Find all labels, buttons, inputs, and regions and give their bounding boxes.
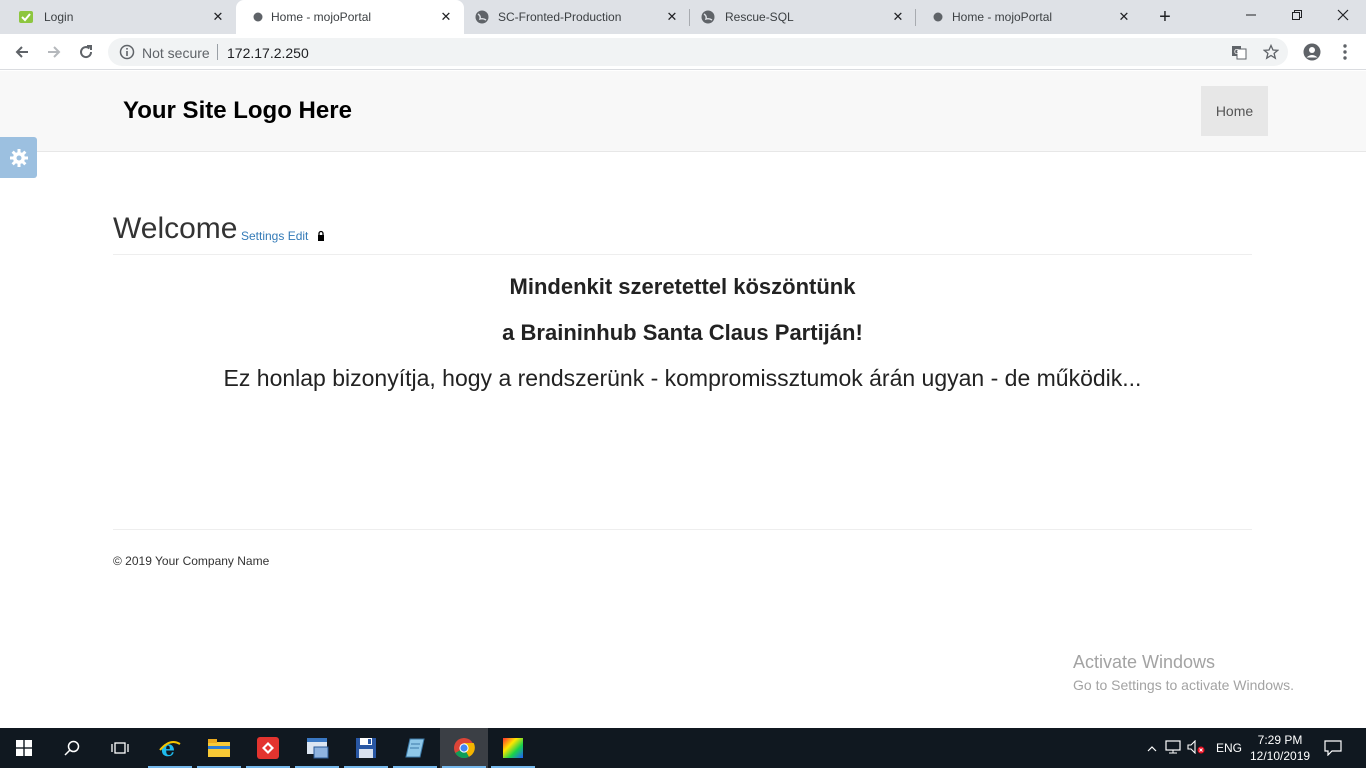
tab-home-mojoportal-active[interactable]: Home - mojoPortal ✕ bbox=[236, 0, 464, 34]
admin-toolbar-toggle[interactable] bbox=[0, 137, 37, 178]
close-window-button[interactable] bbox=[1320, 0, 1366, 30]
close-tab-icon[interactable]: ✕ bbox=[210, 9, 226, 25]
lock-icon[interactable] bbox=[316, 229, 326, 241]
tab-title: Home - mojoPortal bbox=[271, 10, 372, 24]
windows-logo-icon bbox=[16, 740, 32, 756]
url-text[interactable]: 172.17.2.250 bbox=[227, 45, 309, 61]
gear-icon bbox=[9, 148, 28, 167]
menu-button[interactable] bbox=[1335, 42, 1355, 62]
omnibox-separator bbox=[217, 44, 218, 60]
task-view-button[interactable] bbox=[96, 728, 144, 768]
search-icon bbox=[64, 740, 80, 756]
greeting-line-2: a Braininhub Santa Claus Partiján! bbox=[502, 320, 863, 345]
taskbar-anydesk[interactable] bbox=[244, 728, 292, 768]
nav-home-link[interactable]: Home bbox=[1201, 86, 1268, 136]
reload-icon bbox=[80, 45, 93, 59]
tab-title: Home - mojoPortal bbox=[952, 10, 1053, 24]
clock-date: 12/10/2019 bbox=[1250, 749, 1311, 763]
greeting-line-1: Mindenkit szeretettel köszöntünk bbox=[509, 274, 856, 299]
color-palette-icon bbox=[503, 738, 523, 758]
task-view-icon bbox=[111, 742, 129, 754]
watermark-subtitle: Go to Settings to activate Windows. bbox=[1073, 677, 1294, 693]
clock-time: 7:29 PM bbox=[1257, 733, 1303, 747]
security-status[interactable]: Not secure bbox=[142, 45, 210, 61]
input-language[interactable]: ENG bbox=[1207, 741, 1251, 755]
welcome-heading-row: Welcome Settings Edit bbox=[113, 212, 1252, 255]
system-tray: ENG bbox=[1143, 728, 1251, 768]
notification-icon bbox=[1324, 740, 1342, 756]
minimize-button[interactable] bbox=[1228, 0, 1274, 30]
folder-icon bbox=[208, 739, 230, 757]
footer-divider bbox=[113, 529, 1252, 530]
internet-explorer-icon: e bbox=[159, 736, 181, 760]
forward-arrow-icon bbox=[48, 46, 61, 58]
site-header: Your Site Logo Here Home bbox=[0, 71, 1366, 152]
restore-button[interactable] bbox=[1274, 0, 1320, 30]
new-tab-button[interactable]: + bbox=[1156, 7, 1174, 27]
notes-icon bbox=[405, 738, 425, 758]
start-button[interactable] bbox=[0, 728, 48, 768]
close-tab-icon[interactable]: ✕ bbox=[664, 9, 680, 25]
windows-taskbar: e ENG 7:29 PM 12/10/2019 bbox=[0, 728, 1366, 768]
minimize-icon bbox=[1246, 14, 1256, 16]
info-icon[interactable] bbox=[119, 44, 135, 60]
tab-title: Login bbox=[44, 10, 74, 24]
account-icon bbox=[1303, 43, 1321, 61]
activate-windows-watermark: Activate Windows Go to Settings to activ… bbox=[1073, 652, 1294, 693]
close-tab-icon[interactable]: ✕ bbox=[438, 9, 454, 25]
chrome-icon bbox=[454, 738, 475, 759]
more-vertical-icon bbox=[1343, 44, 1347, 60]
tab-title: Rescue-SQL bbox=[725, 10, 794, 24]
globe-icon bbox=[250, 10, 266, 24]
globe-icon bbox=[700, 10, 716, 24]
remote-desktop-icon bbox=[257, 737, 279, 759]
tab-rescue-sql[interactable]: Rescue-SQL ✕ bbox=[690, 0, 916, 34]
welcome-title: Welcome bbox=[113, 212, 238, 245]
forward-button[interactable] bbox=[43, 42, 65, 62]
taskbar-notes-app[interactable] bbox=[391, 728, 439, 768]
volume-muted-icon[interactable] bbox=[1185, 739, 1207, 757]
restore-icon bbox=[1292, 10, 1302, 20]
globe-icon bbox=[930, 10, 946, 24]
taskbar-chrome[interactable] bbox=[440, 728, 488, 768]
floppy-disk-icon bbox=[356, 738, 376, 758]
close-tab-icon[interactable]: ✕ bbox=[890, 9, 906, 25]
back-arrow-icon bbox=[15, 46, 28, 58]
server-manager-icon bbox=[307, 738, 329, 759]
taskbar-save-app[interactable] bbox=[342, 728, 390, 768]
tab-login[interactable]: Login ✕ bbox=[0, 0, 236, 34]
profile-button[interactable] bbox=[1302, 42, 1322, 62]
reload-button[interactable] bbox=[75, 42, 97, 62]
taskbar-file-explorer[interactable] bbox=[195, 728, 243, 768]
close-tab-icon[interactable]: ✕ bbox=[1116, 9, 1132, 25]
bookmark-star-icon[interactable] bbox=[1262, 43, 1280, 60]
tab-home-mojoportal[interactable]: Home - mojoPortal ✕ bbox=[916, 0, 1142, 34]
login-favicon-icon bbox=[18, 10, 34, 24]
search-button[interactable] bbox=[48, 728, 96, 768]
taskbar-clock[interactable]: 7:29 PM 12/10/2019 bbox=[1250, 732, 1310, 764]
browser-tab-strip: Login ✕ Home - mojoPortal ✕ SC-Fronted-P… bbox=[0, 0, 1366, 34]
show-hidden-icons-chevron-icon[interactable] bbox=[1143, 741, 1161, 755]
address-bar[interactable]: Not secure 172.17.2.250 G bbox=[108, 38, 1288, 66]
translate-icon[interactable]: G bbox=[1231, 44, 1247, 60]
tab-sc-fronted-production[interactable]: SC-Fronted-Production ✕ bbox=[464, 0, 690, 34]
action-center-button[interactable] bbox=[1310, 728, 1356, 768]
taskbar-internet-explorer[interactable]: e bbox=[146, 728, 194, 768]
taskbar-color-app[interactable] bbox=[489, 728, 537, 768]
watermark-title: Activate Windows bbox=[1073, 652, 1216, 672]
browser-toolbar: Not secure 172.17.2.250 G bbox=[0, 34, 1366, 70]
tab-title: SC-Fronted-Production bbox=[498, 10, 622, 24]
settings-edit-links[interactable]: Settings Edit bbox=[241, 229, 308, 243]
globe-icon bbox=[474, 10, 490, 24]
greeting-line-3: Ez honlap bizonyítja, hogy a rendszerünk… bbox=[223, 365, 1142, 391]
site-logo[interactable]: Your Site Logo Here bbox=[123, 97, 352, 125]
svg-text:G: G bbox=[1234, 48, 1239, 56]
web-page: Your Site Logo Here Home Welcome Setting… bbox=[0, 71, 1366, 728]
taskbar-server-manager[interactable] bbox=[293, 728, 341, 768]
close-icon bbox=[1337, 9, 1349, 21]
network-icon[interactable] bbox=[1161, 739, 1185, 757]
back-button[interactable] bbox=[11, 42, 33, 62]
footer-copyright: © 2019 Your Company Name bbox=[113, 554, 270, 568]
